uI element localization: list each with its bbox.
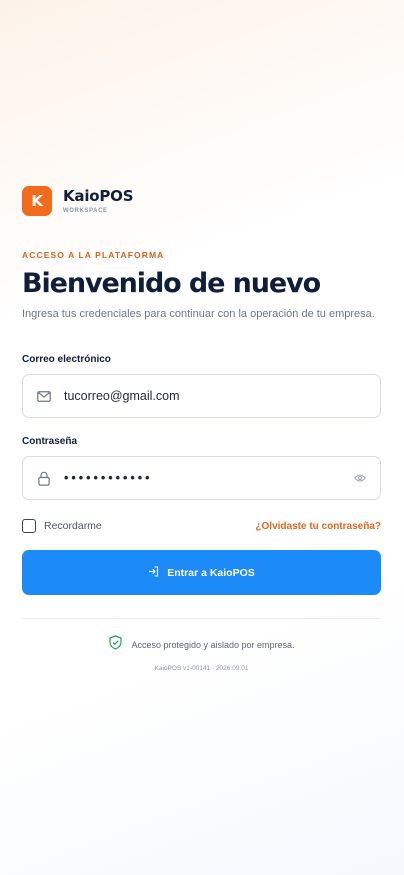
password-field[interactable] — [64, 471, 344, 485]
login-panel: K KaioPOS WORKSPACE ACCESO A LA PLATAFOR… — [22, 186, 381, 672]
remember-me[interactable]: Recordarme — [22, 519, 102, 533]
eye-icon[interactable] — [352, 471, 367, 486]
page-title: Bienvenido de nuevo — [22, 268, 321, 299]
email-field-wrapper[interactable] — [22, 374, 381, 418]
mail-icon — [36, 389, 51, 404]
remember-checkbox[interactable] — [22, 519, 36, 533]
shield-check-icon — [108, 635, 123, 655]
security-note: Acceso protegido y aislado por empresa. — [22, 635, 381, 655]
options-row: Recordarme ¿Olvidaste tu contraseña? — [22, 518, 381, 534]
login-button-label: Entrar a KaioPOS — [167, 566, 255, 579]
email-label: Correo electrónico — [22, 354, 111, 365]
brand-logo: K — [22, 186, 52, 216]
remember-label: Recordarme — [44, 520, 102, 532]
security-note-text: Acceso protegido y aislado por empresa. — [131, 640, 295, 650]
login-button[interactable]: Entrar a KaioPOS — [22, 550, 381, 595]
forgot-password-link[interactable]: ¿Olvidaste tu contraseña? — [255, 521, 381, 532]
brand-subtitle: WORKSPACE — [63, 207, 108, 214]
brand-name: KaioPOS — [63, 186, 134, 205]
brand: K KaioPOS WORKSPACE — [22, 186, 381, 216]
divider — [22, 618, 381, 619]
email-field[interactable] — [64, 389, 367, 403]
brand-text: KaioPOS WORKSPACE — [63, 186, 134, 214]
password-field-wrapper[interactable] — [22, 456, 381, 500]
login-icon — [148, 565, 159, 580]
version-text: KaioPOS v1-00141 · 2026.09.01 — [154, 665, 249, 672]
eyebrow-label: ACCESO A LA PLATAFORMA — [22, 250, 165, 260]
page-subtitle: Ingresa tus credenciales para continuar … — [22, 308, 375, 320]
lock-icon — [36, 471, 51, 486]
password-label: Contraseña — [22, 436, 78, 447]
